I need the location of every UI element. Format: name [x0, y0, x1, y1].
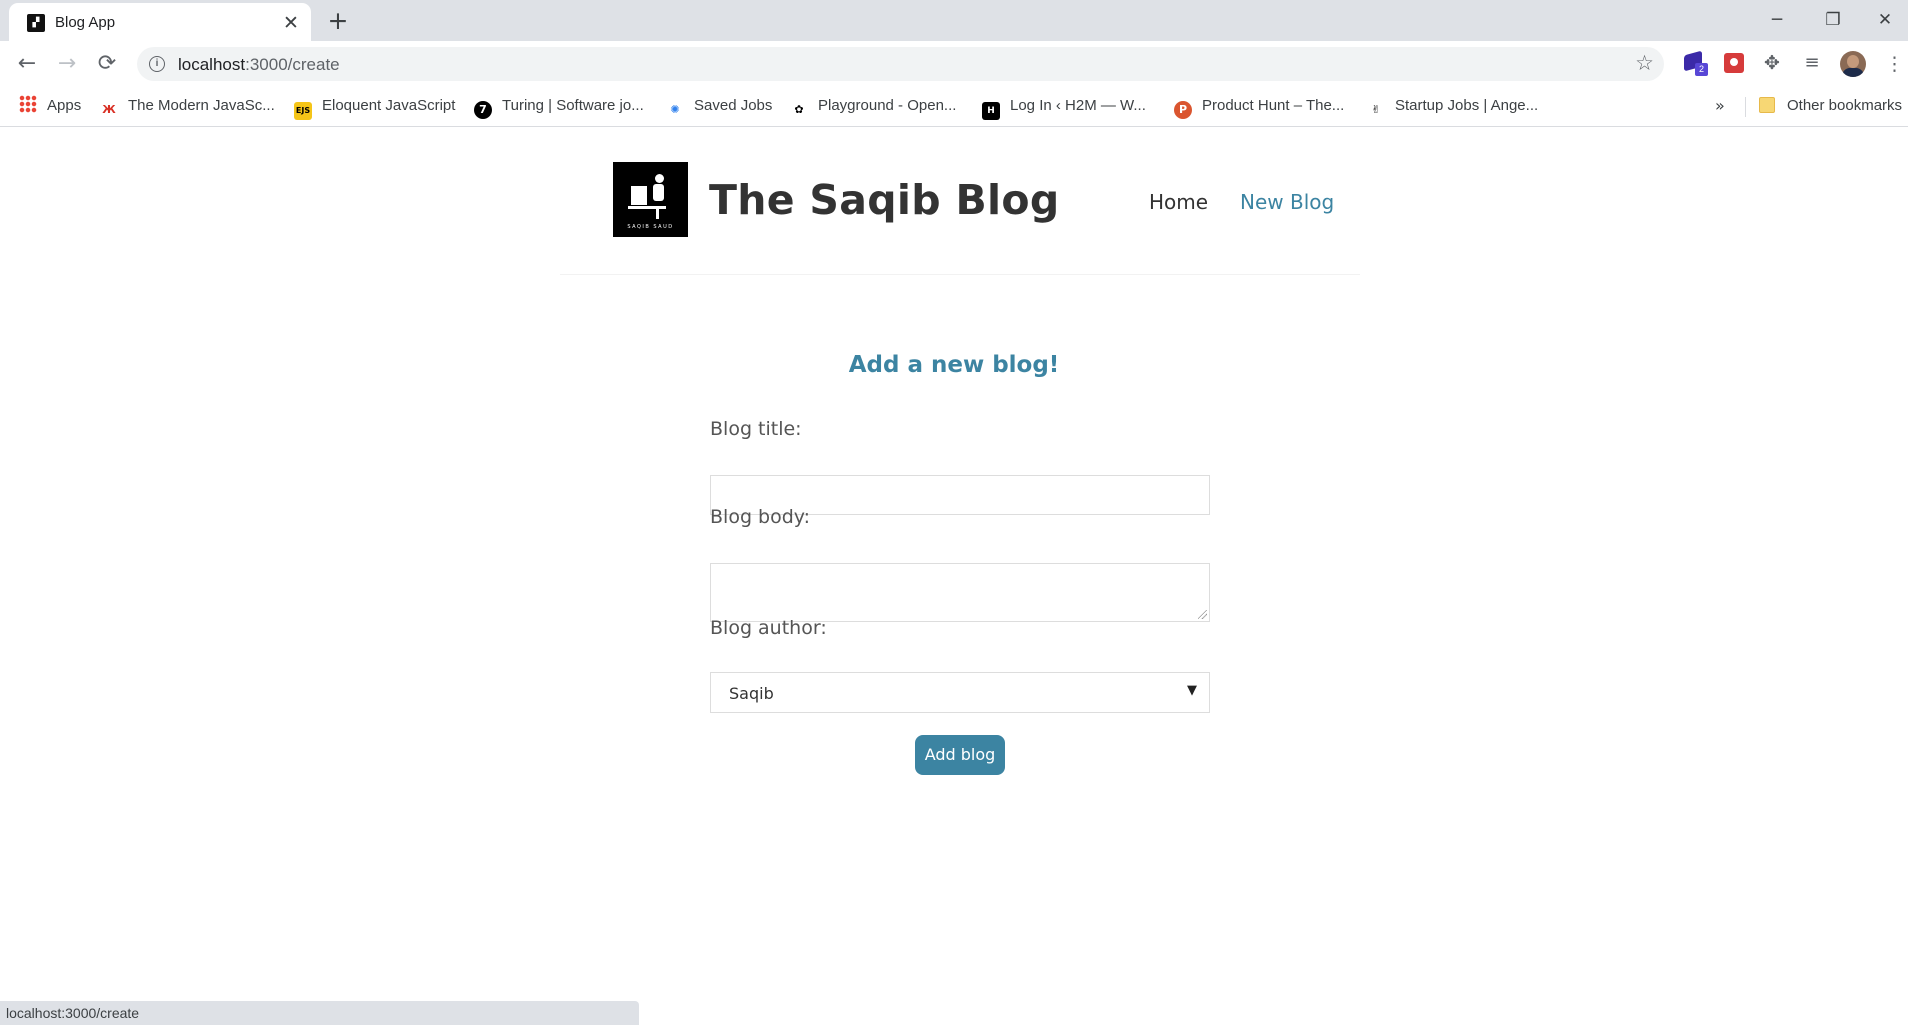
modern-js-icon: Ж [102, 103, 116, 116]
extension-stack-icon[interactable]: 2 [1682, 50, 1708, 76]
restore-button[interactable]: ❐ [1810, 4, 1856, 36]
back-button[interactable]: ← [12, 49, 42, 79]
resize-handle-icon[interactable] [1198, 610, 1207, 619]
browser-menu-icon[interactable]: ⋮ [1885, 51, 1904, 77]
bookmark-eloquent-js[interactable]: EJS Eloquent JavaScript [294, 95, 455, 120]
site-navbar: SAQIB SAUD The Saqib Blog Home New Blog [560, 128, 1360, 275]
tab-close-icon[interactable]: ✕ [279, 11, 303, 35]
page-content: SAQIB SAUD The Saqib Blog Home New Blog … [0, 128, 1908, 1001]
site-logo: SAQIB SAUD [613, 162, 688, 237]
nav-link-new-blog[interactable]: New Blog [1240, 190, 1334, 214]
extensions-puzzle-icon[interactable]: ✥ [1760, 51, 1784, 75]
blog-body-textarea[interactable] [710, 563, 1210, 622]
forward-button[interactable]: → [52, 49, 82, 79]
page-heading: Add a new blog! [848, 352, 1060, 378]
reload-button[interactable]: ⟳ [92, 49, 122, 79]
site-info-icon[interactable]: i [149, 56, 165, 72]
tab-title: Blog App [55, 14, 116, 31]
media-control-icon[interactable]: ≡ [1800, 51, 1824, 75]
apps-grid-icon [19, 95, 37, 113]
chevron-down-icon: ▼ [1187, 683, 1197, 698]
bookmark-product-hunt[interactable]: P Product Hunt – The... [1174, 95, 1344, 119]
author-selected-value: Saqib [729, 684, 774, 703]
minimize-button[interactable]: ─ [1754, 4, 1800, 36]
new-tab-button[interactable]: + [324, 8, 352, 36]
other-bookmarks[interactable]: Other bookmarks [1759, 95, 1902, 117]
title-label: Blog title: [710, 418, 802, 440]
bookmark-angellist[interactable]: ✌ Startup Jobs | Ange... [1367, 95, 1538, 117]
url-text[interactable]: localhost:3000/create [178, 55, 340, 75]
site-title: The Saqib Blog [709, 176, 1060, 224]
angellist-icon: ✌ [1371, 103, 1381, 116]
bookmark-turing[interactable]: 7 Turing | Software jo... [474, 95, 644, 119]
bookmark-h2m[interactable]: H Log In ‹ H2M — W... [982, 95, 1146, 120]
h2m-icon: H [982, 102, 1000, 120]
profile-avatar[interactable] [1840, 51, 1866, 77]
extension-red-icon[interactable] [1722, 51, 1746, 75]
browser-toolbar: ← → ⟳ i localhost:3000/create ☆ [0, 41, 1908, 87]
ejs-icon: EJS [294, 102, 312, 120]
bookmark-modern-js[interactable]: Ж The Modern JavaSc... [100, 95, 274, 117]
bookmarks-bar: Apps Ж The Modern JavaSc... EJS Eloquent J… [0, 87, 1908, 127]
bookmarks-overflow-icon[interactable]: » [1715, 95, 1725, 117]
blog-author-select[interactable]: Saqib ▼ [710, 672, 1210, 713]
close-window-button[interactable]: ✕ [1862, 4, 1908, 36]
bookmark-playground[interactable]: ✿ Playground - Open... [790, 95, 956, 117]
author-label: Blog author: [710, 617, 827, 639]
tab-favicon-icon: ▞ [27, 14, 45, 32]
browser-tabstrip: ▞ Blog App ✕ + ─ ❐ ✕ [0, 0, 1908, 41]
status-bar-url: localhost:3000/create [0, 1001, 639, 1025]
address-bar[interactable]: i localhost:3000/create ☆ [137, 47, 1664, 81]
turing-icon: 7 [474, 101, 492, 119]
nav-link-home[interactable]: Home [1149, 190, 1208, 214]
bookmark-saved-jobs[interactable]: ✺ Saved Jobs [666, 95, 772, 117]
bookmarks-divider [1745, 97, 1746, 117]
folder-icon [1759, 97, 1775, 113]
body-label: Blog body: [710, 506, 811, 528]
lightbulb-icon: ✺ [670, 103, 680, 116]
product-hunt-icon: P [1174, 101, 1192, 119]
add-blog-button[interactable]: Add blog [915, 735, 1005, 775]
openai-icon: ✿ [794, 103, 804, 116]
browser-tab-active[interactable]: ▞ Blog App ✕ [9, 3, 311, 41]
bookmark-apps[interactable]: Apps [19, 95, 81, 117]
bookmark-star-icon[interactable]: ☆ [1635, 51, 1654, 75]
